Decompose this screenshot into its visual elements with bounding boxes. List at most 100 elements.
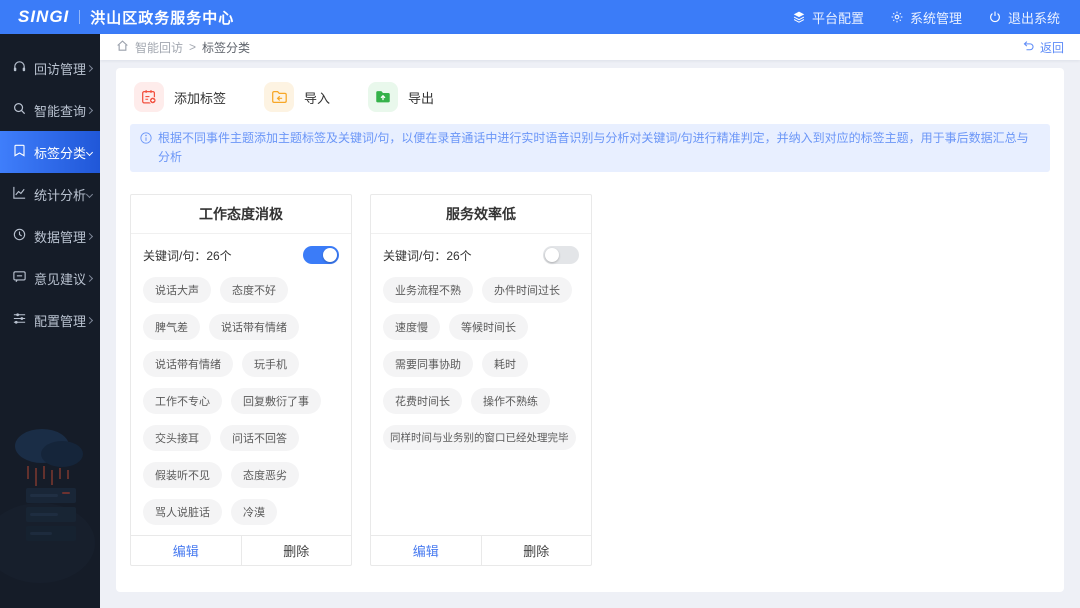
add-tag-button[interactable]: 添加标签 <box>134 82 226 112</box>
header-nav: 平台配置 系统管理 退出系统 <box>792 8 1060 27</box>
app-window: SINGI 洪山区政务服务中心 平台配置 系统管理 退出系统 回访管理 智能查询… <box>0 0 1080 608</box>
sidebar-item-zhineng-chaxun[interactable]: 智能查询 <box>0 89 100 131</box>
toggle-knob <box>545 248 559 263</box>
chevron-right-icon <box>85 232 94 240</box>
keyword-tag: 办件时间过长 <box>482 277 572 304</box>
back-arrow-icon <box>1022 39 1035 55</box>
keywords-count-label: 关键词/句：26个 <box>383 248 472 263</box>
info-icon <box>140 129 152 150</box>
keyword-tag: 假装听不见 <box>143 462 222 489</box>
keyword-tag: 说话大声 <box>143 277 211 304</box>
breadcrumb-current: 标签分类 <box>202 40 251 55</box>
chevron-down-icon <box>85 148 94 156</box>
main-area: 智能回访 > 标签分类 返回 添加标签 导入 导出 根据不同事件主题添加主题标签… <box>100 34 1080 608</box>
back-button[interactable]: 返回 <box>1022 39 1064 56</box>
main-panel: 添加标签 导入 导出 根据不同事件主题添加主题标签及关键词/句，以便在录音通话中… <box>116 68 1064 592</box>
keywords-toggle[interactable] <box>543 246 579 265</box>
export-button[interactable]: 导出 <box>368 82 434 112</box>
sidebar-item-yijian-jianyi[interactable]: 意见建议 <box>0 257 100 299</box>
power-icon <box>988 10 1002 24</box>
keyword-tag: 问话不回答 <box>220 425 299 452</box>
keyword-tag: 耗时 <box>482 351 528 378</box>
delete-button[interactable]: 删除 <box>480 536 592 566</box>
keyword-tag-list: 业务流程不熟 办件时间过长 速度慢 等候时间长 需要同事协助 耗时 花费时间长 操作不熟练 同样… <box>383 277 579 451</box>
chevron-right-icon <box>85 274 94 282</box>
keyword-tag: 玩手机 <box>242 351 299 378</box>
chart-icon <box>12 185 27 203</box>
search-icon <box>12 101 27 119</box>
sidebar-item-label: 智能查询 <box>34 103 87 119</box>
site-title: 洪山区政务服务中心 <box>90 9 235 27</box>
keyword-tag: 态度不好 <box>220 277 288 304</box>
breadcrumb: 智能回访 > 标签分类 <box>116 39 250 56</box>
export-icon <box>368 82 399 112</box>
nav-platform-config-label: 平台配置 <box>811 10 864 26</box>
keyword-tag: 脾气差 <box>143 314 200 341</box>
chevron-down-icon <box>85 190 94 198</box>
toolbar: 添加标签 导入 导出 <box>116 68 1064 112</box>
add-tag-label: 添加标签 <box>174 90 227 106</box>
card-title: 工作态度消极 <box>131 195 351 235</box>
sidebar-item-shuju-guanli[interactable]: 数据管理 <box>0 215 100 257</box>
keyword-tag: 说话带有情绪 <box>209 314 299 341</box>
comment-icon <box>12 269 27 287</box>
home-icon <box>116 39 129 55</box>
nav-platform-config[interactable]: 平台配置 <box>792 8 864 27</box>
keywords-toggle[interactable] <box>303 246 339 265</box>
delete-button[interactable]: 删除 <box>240 536 352 566</box>
keyword-tag: 冷漠 <box>231 499 277 526</box>
brand-logo: SINGI <box>18 7 70 26</box>
sliders-icon <box>12 311 27 329</box>
chevron-right-icon <box>85 316 94 324</box>
info-banner-text: 根据不同事件主题添加主题标签及关键词/句，以便在录音通话中进行实时语音识别与分析… <box>158 131 1029 165</box>
tag-card-work-attitude: 工作态度消极 关键词/句：26个 说话大声 态度不好 脾气差 说话带有情绪 说话带有情绪… <box>130 194 352 567</box>
import-label: 导入 <box>304 90 331 106</box>
keyword-tag: 回复敷衍了事 <box>231 388 321 415</box>
tag-cards-row: 工作态度消极 关键词/句：26个 说话大声 态度不好 脾气差 说话带有情绪 说话带有情绪… <box>116 172 1064 588</box>
sidebar: 回访管理 智能查询 标签分类 统计分析 数据管理 意见建议 配置管理 <box>0 34 100 608</box>
keyword-tag: 同样时间与业务别的窗口已经处理完毕 <box>383 425 576 451</box>
platform-icon <box>792 10 806 24</box>
keyword-tag: 交头接耳 <box>143 425 211 452</box>
card-footer: 编辑 删除 <box>131 535 352 566</box>
tag-card-service-efficiency: 服务效率低 关键词/句：26个 业务流程不熟 办件时间过长 速度慢 等候时间长 需要同事… <box>370 194 592 567</box>
top-header: SINGI 洪山区政务服务中心 平台配置 系统管理 退出系统 <box>0 0 1080 34</box>
chevron-right-icon <box>85 64 94 72</box>
sidebar-item-label: 回访管理 <box>34 61 87 77</box>
keyword-tag: 等候时间长 <box>449 314 528 341</box>
keywords-count-label: 关键词/句：26个 <box>143 248 232 263</box>
nav-logout-label: 退出系统 <box>1007 10 1060 26</box>
sidebar-item-biaoqian-fenlei[interactable]: 标签分类 <box>0 131 100 173</box>
edit-button[interactable]: 编辑 <box>371 536 481 565</box>
sidebar-item-label: 数据管理 <box>34 229 87 245</box>
chevron-right-icon <box>85 106 94 114</box>
export-label: 导出 <box>408 90 435 106</box>
keyword-tag: 操作不熟练 <box>471 388 550 415</box>
toggle-knob <box>323 248 337 263</box>
nav-system-manage-label: 系统管理 <box>909 10 962 26</box>
cloud-server-illustration <box>0 429 95 583</box>
bookmark-icon <box>12 143 27 161</box>
sidebar-item-label: 标签分类 <box>34 145 87 161</box>
breadcrumb-separator: > <box>189 40 197 54</box>
keyword-tag: 说话带有情绪 <box>143 351 233 378</box>
keyword-tag: 业务流程不熟 <box>383 277 473 304</box>
content-area: 添加标签 导入 导出 根据不同事件主题添加主题标签及关键词/句，以便在录音通话中… <box>100 60 1080 608</box>
gear-icon <box>890 10 904 24</box>
import-icon <box>264 82 295 112</box>
edit-button[interactable]: 编辑 <box>131 536 241 565</box>
sidebar-item-peizhi-guanli[interactable]: 配置管理 <box>0 299 100 341</box>
back-button-label: 返回 <box>1039 40 1064 55</box>
keyword-tag: 需要同事协助 <box>383 351 473 378</box>
sidebar-item-label: 意见建议 <box>34 271 87 287</box>
import-button[interactable]: 导入 <box>264 82 330 112</box>
nav-system-manage[interactable]: 系统管理 <box>890 8 962 27</box>
sidebar-item-label: 配置管理 <box>34 313 87 329</box>
nav-logout[interactable]: 退出系统 <box>988 8 1060 27</box>
breadcrumb-section[interactable]: 智能回访 <box>135 39 183 56</box>
clock-icon <box>12 227 27 245</box>
keyword-tag: 骂人说脏话 <box>143 499 222 526</box>
sidebar-item-huifang[interactable]: 回访管理 <box>0 47 100 89</box>
sidebar-item-tongji-fenxi[interactable]: 统计分析 <box>0 173 100 215</box>
keyword-tag: 花费时间长 <box>383 388 462 415</box>
